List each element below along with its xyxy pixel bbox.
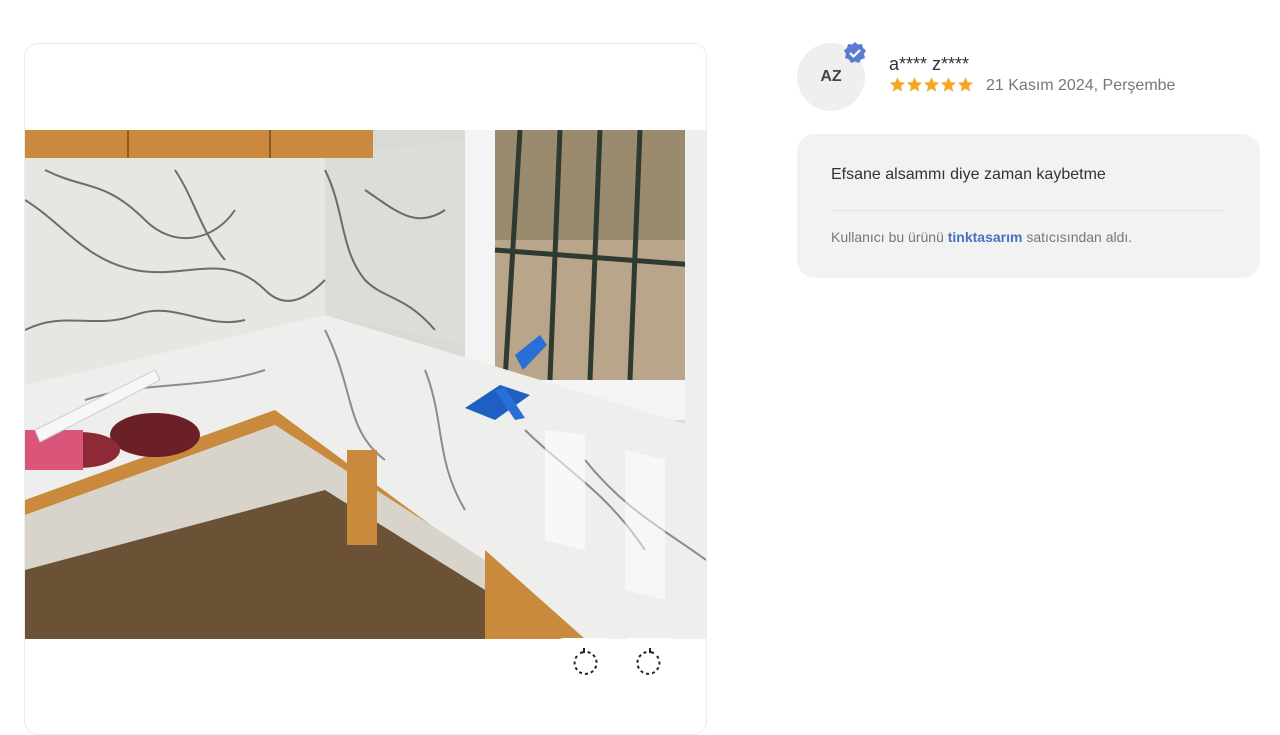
review-photo-card bbox=[24, 43, 707, 735]
review-comment-box: Efsane alsammı diye zaman kaybetme Kulla… bbox=[797, 134, 1260, 278]
star-icon bbox=[906, 77, 923, 92]
star-icon bbox=[940, 77, 957, 92]
star-icon bbox=[957, 77, 974, 92]
seller-prefix: Kullanıcı bu ürünü bbox=[831, 229, 944, 245]
seller-info: Kullanıcı bu ürünü tinktasarım satıcısın… bbox=[831, 229, 1132, 245]
rotate-left-button[interactable] bbox=[554, 638, 614, 688]
review-photo bbox=[25, 130, 706, 639]
review-divider bbox=[831, 210, 1226, 211]
rotate-cw-icon bbox=[636, 648, 661, 675]
seller-link[interactable]: tinktasarım bbox=[948, 229, 1023, 245]
rotate-right-button[interactable] bbox=[620, 638, 680, 688]
seller-suffix: satıcısından aldı. bbox=[1026, 229, 1133, 245]
reviewer-name: a**** z**** bbox=[889, 54, 970, 74]
reviewer-initials: AZ bbox=[820, 68, 842, 85]
star-icon bbox=[889, 77, 906, 92]
verified-badge-icon bbox=[844, 42, 866, 63]
review-date: 21 Kasım 2024, Perşembe bbox=[986, 77, 1176, 94]
review-text: Efsane alsammı diye zaman kaybetme bbox=[831, 166, 1106, 183]
rating-stars bbox=[889, 76, 974, 93]
star-icon bbox=[923, 77, 940, 92]
rotate-ccw-icon bbox=[573, 648, 598, 675]
